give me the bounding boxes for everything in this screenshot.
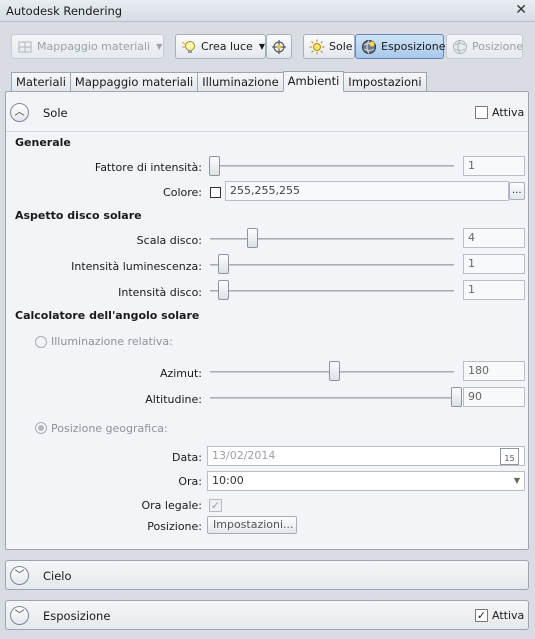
window-title: Autodesk Rendering xyxy=(6,4,123,18)
intensity-slider-track[interactable] xyxy=(210,165,454,167)
toolbar: Mappaggio materiali ▼ Crea luce ▼ Sole E… xyxy=(0,24,535,68)
glow-intensity-slider-thumb[interactable] xyxy=(218,254,229,274)
date-value: 13/02/2014 xyxy=(212,449,276,462)
globe-icon xyxy=(452,39,468,55)
disk-scale-field[interactable]: 4 xyxy=(463,228,525,248)
sun-active-checkbox[interactable] xyxy=(475,106,488,119)
azimuth-label: Azimut: xyxy=(159,367,202,380)
intensity-label: Fattore di intensità: xyxy=(94,161,202,174)
color-label: Colore: xyxy=(163,186,202,199)
disk-intensity-label: Intensità disco: xyxy=(118,286,202,299)
altitude-slider-track[interactable] xyxy=(210,397,454,399)
sun-button[interactable]: Sole xyxy=(303,34,355,59)
tab-materials[interactable]: Materiali xyxy=(11,72,71,92)
disk-intensity-field[interactable]: 1 xyxy=(463,280,525,300)
geographic-position-label: Posizione geografica: xyxy=(51,422,168,435)
time-value: 10:00 xyxy=(212,474,244,487)
altitude-slider-thumb[interactable] xyxy=(451,387,462,407)
sky-section-title: Cielo xyxy=(43,569,72,583)
chevron-down-icon: ▼ xyxy=(156,42,163,51)
tab-settings[interactable]: Impostazioni xyxy=(343,72,427,92)
time-select[interactable]: 10:00 ▼ xyxy=(207,471,525,491)
position-label: Posizione xyxy=(472,40,524,53)
relative-lighting-label: Illuminazione relativa: xyxy=(51,335,173,348)
glow-intensity-label: Intensità luminescenza: xyxy=(71,260,202,273)
collapse-icon[interactable]: ︿ xyxy=(10,103,29,122)
tab-environments[interactable]: Ambienti xyxy=(282,71,345,92)
disk-scale-slider-thumb[interactable] xyxy=(247,228,258,248)
exposure-section-title: Esposizione xyxy=(43,609,111,623)
altitude-label: Altitudine: xyxy=(145,393,202,406)
disk-intensity-slider-thumb[interactable] xyxy=(218,280,229,300)
expand-icon[interactable]: ﹀ xyxy=(10,606,29,625)
position-button[interactable]: Posizione xyxy=(446,34,523,59)
relative-lighting-radio[interactable] xyxy=(35,336,47,348)
tab-strip: Materiali Mappaggio materiali Illuminazi… xyxy=(11,71,427,92)
material-mapping-icon xyxy=(17,39,33,55)
sun-label: Sole xyxy=(329,40,353,53)
disk-heading: Aspetto disco solare xyxy=(15,209,142,222)
dst-label: Ora legale: xyxy=(141,499,203,512)
material-mapping-button[interactable]: Mappaggio materiali ▼ xyxy=(11,34,164,59)
sun-active-label: Attiva xyxy=(492,106,525,119)
exposure-active-checkbox[interactable]: ✓ xyxy=(475,609,488,622)
disk-intensity-slider-track[interactable] xyxy=(210,290,454,292)
chevron-down-icon: ▼ xyxy=(258,42,265,51)
azimuth-field[interactable]: 180 xyxy=(463,361,525,381)
chevron-down-icon: ▼ xyxy=(513,476,520,485)
color-swatch[interactable] xyxy=(210,187,221,198)
create-light-label: Crea luce xyxy=(201,40,253,53)
altitude-field[interactable]: 90 xyxy=(463,387,525,407)
general-heading: Generale xyxy=(15,136,71,149)
light-locate-button[interactable] xyxy=(266,34,292,59)
color-browse-button[interactable]: ... xyxy=(509,182,525,200)
sun-section-header[interactable]: ︿ Sole Attiva xyxy=(6,92,528,132)
exposure-label: Esposizione xyxy=(381,40,446,53)
position-settings-button[interactable]: Impostazioni... xyxy=(207,516,297,534)
position-label: Posizione: xyxy=(147,520,202,533)
sun-icon xyxy=(309,39,325,55)
intensity-field[interactable]: 1 xyxy=(463,156,525,176)
expand-icon[interactable]: ﹀ xyxy=(10,566,29,585)
exposure-button[interactable]: Esposizione xyxy=(355,34,446,59)
lightbulb-icon xyxy=(181,39,197,55)
azimuth-slider-thumb[interactable] xyxy=(329,361,340,381)
sky-section-header[interactable]: ﹀ Cielo xyxy=(5,560,529,590)
date-label: Data: xyxy=(172,451,202,464)
tab-material-mapping[interactable]: Mappaggio materiali xyxy=(69,72,199,92)
disk-scale-label: Scala disco: xyxy=(136,234,202,247)
tab-lighting[interactable]: Illuminazione xyxy=(197,72,284,92)
crosshair-light-icon xyxy=(271,39,287,55)
time-label: Ora: xyxy=(178,475,202,488)
sun-section-title: Sole xyxy=(43,106,68,120)
geographic-position-radio[interactable] xyxy=(35,422,47,434)
glow-intensity-field[interactable]: 1 xyxy=(463,254,525,274)
dst-checkbox[interactable]: ✓ xyxy=(209,499,222,512)
sun-panel: ︿ Sole Attiva Generale Fattore di intens… xyxy=(5,91,529,550)
glow-intensity-slider-track[interactable] xyxy=(210,264,454,266)
color-field[interactable]: 255,255,255 xyxy=(225,181,509,201)
material-mapping-label: Mappaggio materiali xyxy=(37,40,151,53)
date-field[interactable]: 13/02/2014 xyxy=(207,446,525,466)
angle-calculator-heading: Calcolatore dell'angolo solare xyxy=(15,309,200,322)
calendar-icon[interactable]: 15 xyxy=(500,448,519,465)
title-bar: Autodesk Rendering ✕ xyxy=(0,0,535,22)
exposure-active-label: Attiva xyxy=(492,609,525,622)
create-light-button[interactable]: Crea luce ▼ xyxy=(175,34,266,59)
calendar-day: 15 xyxy=(504,454,515,463)
intensity-slider-thumb[interactable] xyxy=(209,156,220,176)
exposure-section-header[interactable]: ﹀ Esposizione ✓ Attiva xyxy=(5,600,529,630)
close-icon[interactable]: ✕ xyxy=(515,2,527,18)
globe-sun-icon xyxy=(361,39,377,55)
